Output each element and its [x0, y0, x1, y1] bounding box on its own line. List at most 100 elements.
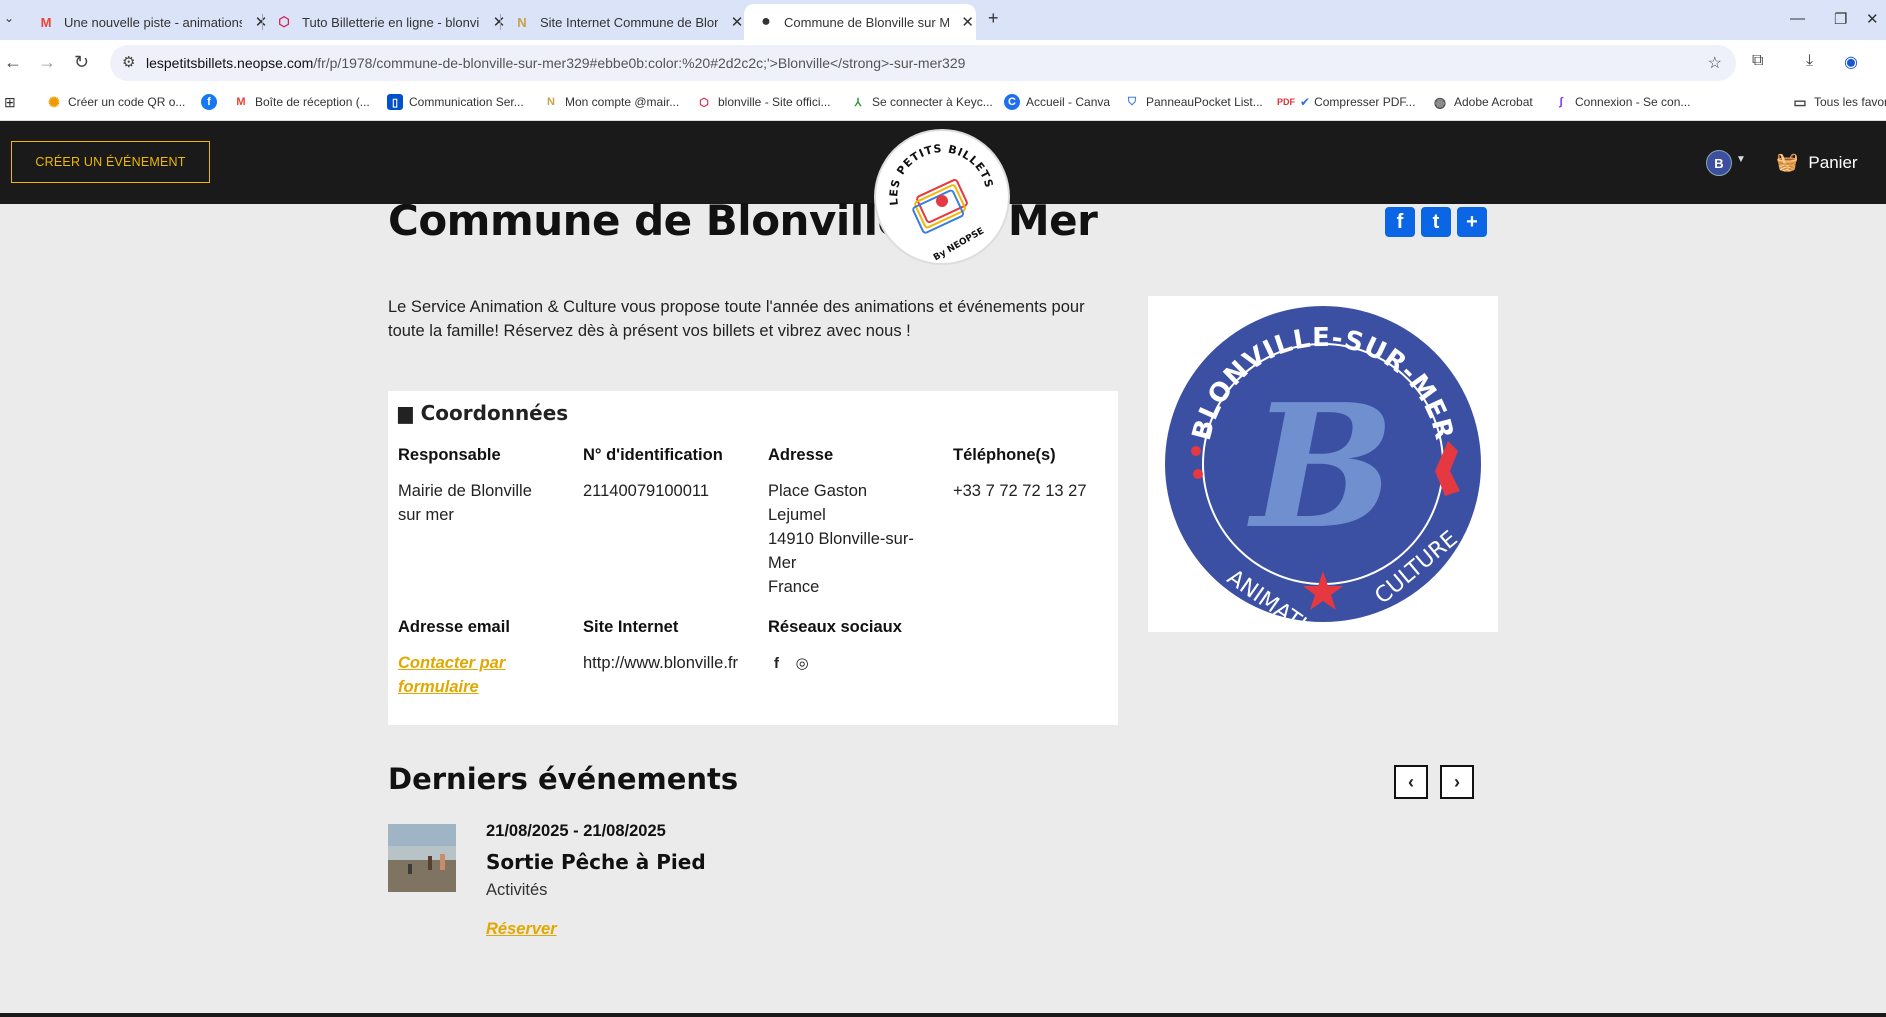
intro-text: Le Service Animation & Culture vous prop… [388, 298, 1085, 340]
browser-tabstrip: ⌄ M Une nouvelle piste - animations ✕ ⬡ … [0, 0, 1886, 40]
basket-icon: 🧺 [1776, 152, 1799, 172]
id-block: N° d'identification 21140079100011 [583, 443, 758, 503]
address-bar[interactable]: ⚙ lespetitsbillets.neopse.com/fr/p/1978/… [110, 45, 1736, 81]
social-block: Réseaux sociaux f ◎ [768, 615, 948, 676]
browser-toolbar: ← → ↻ ⚙ lespetitsbillets.neopse.com/fr/p… [0, 40, 1886, 86]
tab-title: Tuto Billetterie en ligne - blonville [302, 14, 480, 30]
close-icon[interactable]: ✕ [959, 13, 976, 31]
tab-2[interactable]: ⬡ Tuto Billetterie en ligne - blonville … [262, 4, 508, 40]
star-icon[interactable]: ☆ [1708, 53, 1722, 73]
new-tab-icon[interactable]: + [988, 8, 999, 29]
tab-1[interactable]: M Une nouvelle piste - animations ✕ [24, 4, 270, 40]
book-event-link[interactable]: Réserver [486, 920, 557, 939]
email-label: Adresse email [398, 618, 510, 636]
ticket-logo-icon: LES PETITS BILLETS By NEOPSE [887, 142, 995, 263]
folder-icon: ▭ [1793, 93, 1807, 110]
footer-edge [0, 1013, 1886, 1017]
address-line: Place Gaston Lejumel [768, 482, 868, 524]
bookmark-item[interactable]: ▯ Communication Ser... [387, 94, 524, 110]
bookmark-item[interactable]: ▭ Tous les favoris [1792, 94, 1886, 110]
chevron-down-icon[interactable]: ▼ [1736, 154, 1746, 165]
hexagon-icon: ⬡ [699, 96, 709, 109]
id-label: N° d'identification [583, 446, 723, 464]
keycloak-icon: ⅄ [854, 96, 862, 109]
responsable-label: Responsable [398, 446, 501, 464]
hexagon-icon: ⬡ [278, 14, 290, 29]
bookmarks-bar: ⊞ ✺ Créer un code QR o... f M Boîte de réc… [0, 86, 1886, 121]
chevron-right-icon: › [1454, 771, 1460, 792]
tab-title: Une nouvelle piste - animations [64, 14, 242, 30]
bookmark-item[interactable]: M Boîte de réception (... [233, 94, 370, 110]
bookmark-item[interactable]: ✺ Créer un code QR o... [46, 94, 185, 110]
create-event-button[interactable]: CRÉER UN ÉVÉNEMENT [11, 141, 210, 183]
tab-title: Site Internet Commune de Blonville [540, 14, 718, 30]
canva-icon: C [1004, 94, 1020, 110]
id-value: 21140079100011 [583, 482, 710, 500]
website-link[interactable]: http://www.blonville.fr [583, 654, 738, 672]
bookmark-label: Accueil - Canva [1026, 95, 1111, 109]
carousel-next-button[interactable]: › [1440, 765, 1474, 799]
profile-icon[interactable]: ◉ [1844, 52, 1858, 72]
apps-grid-icon[interactable]: ⊞ [4, 94, 16, 111]
extensions-icon[interactable]: ⧉ [1752, 52, 1763, 70]
event-title[interactable]: Sortie Pêche à Pied [486, 850, 706, 874]
carousel-prev-button[interactable]: ‹ [1394, 765, 1428, 799]
responsable-block: Responsable Mairie de Blonville sur mer [398, 443, 558, 527]
bookmark-item[interactable]: ◍ Adobe Acrobat [1432, 94, 1533, 110]
event-dates: 21/08/2025 - 21/08/2025 [486, 822, 666, 840]
bookmark-label: Adobe Acrobat [1454, 95, 1533, 109]
site-settings-icon[interactable]: ⚙ [122, 53, 135, 71]
notion-icon: N [547, 96, 555, 108]
url-host: lespetitsbillets.neopse.com [146, 55, 314, 71]
tab-search-chevron-icon[interactable]: ⌄ [4, 11, 14, 25]
download-icon[interactable]: ⤓ [1806, 52, 1813, 70]
tab-title: Commune de Blonville sur Mer [784, 14, 950, 30]
bookmark-item[interactable]: N Mon compte @mair... [543, 94, 679, 110]
bookmark-item[interactable]: PDF ✔ Compresser PDF... [1277, 94, 1415, 110]
bookmark-item[interactable]: ⛉ PanneauPocket List... [1124, 94, 1263, 110]
bookmark-item[interactable]: C Accueil - Canva [1004, 94, 1110, 110]
bookmark-label: Boîte de réception (... [255, 95, 370, 109]
bookmark-label: Mon compte @mair... [565, 95, 680, 109]
phone-label: Téléphone(s) [953, 446, 1056, 464]
close-window-icon[interactable]: ✕ [1866, 10, 1879, 28]
forward-icon[interactable]: → [38, 52, 56, 73]
bookmark-label: Se connecter à Keyc... [872, 95, 993, 109]
bookmark-label: Créer un code QR o... [68, 95, 186, 109]
url-text[interactable]: lespetitsbillets.neopse.com/fr/p/1978/co… [146, 55, 965, 71]
logo-bottom-text: By NEOPSE [932, 226, 986, 263]
instagram-icon[interactable]: ◎ [796, 652, 809, 676]
contact-form-link[interactable]: Contacter par formulaire [398, 654, 505, 696]
account-avatar[interactable]: B [1706, 150, 1732, 176]
chevron-left-icon: ‹ [1408, 771, 1414, 792]
store-icon: ▆ [398, 402, 413, 424]
facebook-share-icon[interactable]: f [1385, 207, 1415, 237]
back-icon[interactable]: ← [4, 52, 22, 73]
bookmark-item[interactable]: ⬡ blonville - Site offici... [696, 94, 830, 110]
facebook-icon: f [201, 94, 217, 110]
event-thumbnail[interactable] [388, 824, 456, 892]
phone-value: +33 7 72 72 13 27 [953, 482, 1087, 500]
share-icon[interactable]: + [1457, 207, 1487, 237]
twitter-share-icon[interactable]: t [1421, 207, 1451, 237]
bookmark-label: PanneauPocket List... [1146, 95, 1263, 109]
bookmark-label: Tous les favoris [1814, 95, 1886, 109]
cart-button[interactable]: 🧺 Panier [1776, 152, 1858, 173]
tab-3[interactable]: N Site Internet Commune de Blonville ✕ [500, 4, 746, 40]
shield-icon: ⛉ [1127, 95, 1137, 108]
event-category: Activités [486, 881, 548, 899]
minimize-icon[interactable]: — [1790, 10, 1805, 27]
restore-icon[interactable]: ❐ [1834, 10, 1847, 28]
reload-icon[interactable]: ↻ [74, 52, 89, 73]
tab-4-active[interactable]: ● Commune de Blonville sur Mer ✕ [744, 4, 976, 40]
check-icon: ✔ [1300, 95, 1311, 109]
site-logo[interactable]: LES PETITS BILLETS By NEOPSE [876, 131, 1008, 263]
events-heading: Derniers événements [388, 762, 739, 796]
bookmark-item[interactable]: ∫ Connexion - Se con... [1553, 94, 1690, 110]
contact-heading: ▆ Coordonnées [398, 401, 568, 425]
bookmark-item[interactable]: f [201, 94, 223, 110]
gear-icon: ✺ [48, 93, 60, 110]
facebook-icon[interactable]: f [774, 652, 779, 676]
bookmark-item[interactable]: ⅄ Se connecter à Keyc... [850, 94, 993, 110]
email-block: Adresse email Contacter par formulaire [398, 615, 558, 699]
